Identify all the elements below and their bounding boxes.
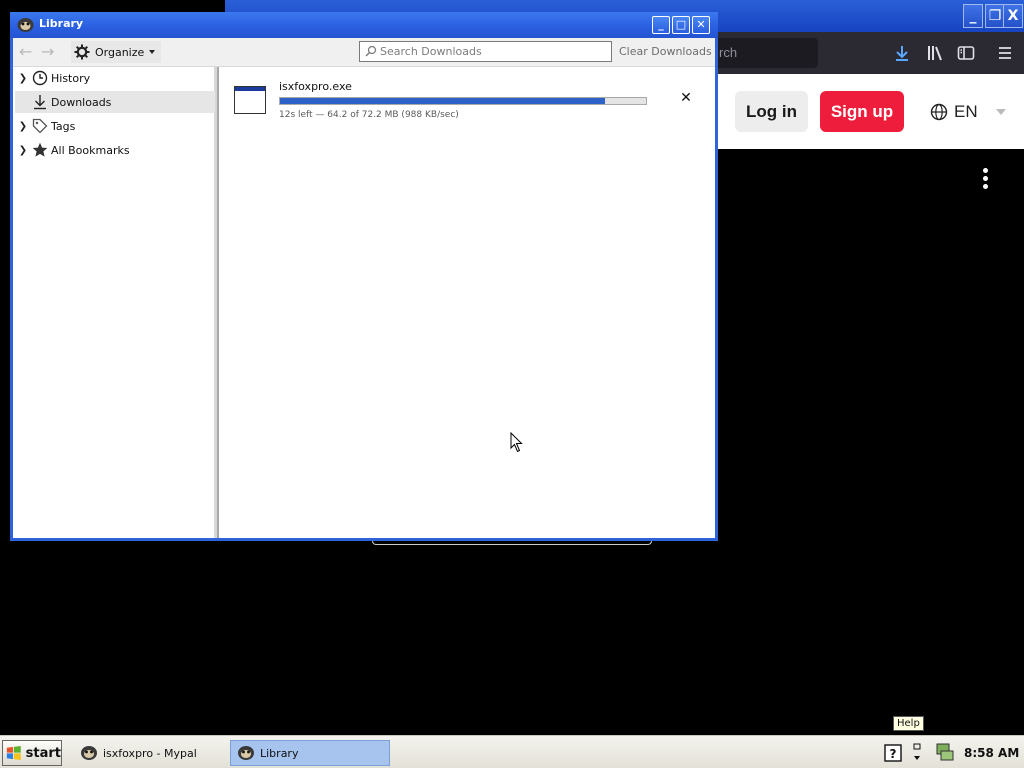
mouse-cursor-icon	[510, 432, 523, 453]
star-icon	[31, 141, 49, 159]
download-item[interactable]: isxfoxpro.exe 12s left — 64.2 of 72.2 MB…	[232, 77, 702, 127]
sidebar-item-downloads[interactable]: Downloads	[15, 91, 215, 113]
expand-arrow-icon[interactable]: ❯	[15, 145, 31, 156]
sidebar-item-label: History	[51, 71, 91, 85]
forward-arrow-icon[interactable]: →	[41, 44, 59, 60]
clear-downloads-button[interactable]: Clear Downloads	[619, 45, 712, 58]
maximize-button[interactable]: □	[672, 16, 690, 34]
tag-icon	[31, 117, 49, 135]
signup-button[interactable]: Sign up	[820, 91, 904, 132]
organize-label: Organize	[95, 45, 145, 59]
sidebar-item-all-bookmarks[interactable]: ❯ All Bookmarks	[15, 139, 215, 161]
start-button[interactable]: start	[2, 740, 62, 766]
system-tray: ? 8:58 AM	[876, 738, 1022, 767]
network-icon[interactable]	[934, 742, 954, 762]
language-label: EN	[954, 102, 978, 121]
back-arrow-icon[interactable]: ←	[19, 44, 37, 60]
start-label: start	[25, 745, 61, 761]
taskbar-button-library[interactable]: Library	[230, 740, 390, 766]
help-icon[interactable]: ?	[884, 744, 902, 762]
search-downloads-field[interactable]	[359, 41, 612, 62]
bg-minimize-button[interactable]: _	[963, 4, 983, 28]
bg-search-field[interactable]: rch	[711, 38, 818, 68]
download-progress-bar	[279, 97, 647, 105]
library-window: Library _ □ ✕ ← → Organize Clear Downloa…	[10, 12, 718, 541]
taskbar: start isxfoxpro - Mypal Library ? 8:58 A…	[0, 735, 1024, 768]
cancel-download-icon[interactable]: ✕	[679, 91, 693, 105]
taskbar-button-mypal[interactable]: isxfoxpro - Mypal	[74, 740, 224, 766]
mypal-app-icon	[81, 746, 97, 760]
download-progress-fill	[280, 98, 606, 104]
library-sidebar: ❯ History Downloads ❯ Tags ❯ All Bookmar…	[13, 67, 217, 538]
expand-arrow-icon[interactable]: ❯	[15, 73, 31, 84]
hamburger-menu-icon[interactable]	[995, 43, 1015, 63]
dropdown-arrow-icon	[149, 50, 156, 54]
close-button[interactable]: ✕	[692, 16, 710, 34]
mypal-app-icon	[238, 746, 254, 760]
search-downloads-input[interactable]	[380, 43, 606, 60]
download-status: 12s left — 64.2 of 72.2 MB (988 KB/sec)	[279, 110, 459, 120]
library-toolbar: ← → Organize Clear Downloads	[13, 38, 715, 67]
kebab-menu-icon[interactable]	[980, 168, 990, 192]
chevron-down-icon	[995, 109, 1006, 115]
gear-icon	[74, 44, 90, 60]
windows-logo-icon	[6, 746, 21, 760]
downloads-list: isxfoxpro.exe 12s left — 64.2 of 72.2 MB…	[220, 67, 715, 538]
restore-arrows-icon[interactable]	[912, 743, 922, 761]
sidebar-icon[interactable]	[956, 43, 976, 63]
organize-button[interactable]: Organize	[71, 41, 162, 63]
help-tooltip: Help	[893, 716, 924, 731]
sidebar-item-label: All Bookmarks	[51, 143, 130, 157]
bg-restore-button[interactable]: ❐	[985, 4, 1005, 28]
login-button[interactable]: Log in	[735, 91, 808, 132]
taskbar-button-label: isxfoxpro - Mypal	[103, 746, 197, 760]
system-clock[interactable]: 8:58 AM	[964, 746, 1019, 760]
sidebar-item-label: Tags	[51, 119, 76, 133]
sidebar-item-tags[interactable]: ❯ Tags	[15, 115, 215, 137]
clock-icon	[31, 69, 49, 87]
minimize-button[interactable]: _	[652, 16, 670, 34]
search-icon	[365, 45, 377, 57]
language-selector[interactable]: EN	[930, 102, 1006, 122]
expand-arrow-icon[interactable]: ❯	[15, 121, 31, 132]
library-titlebar[interactable]: Library _ □ ✕	[10, 12, 718, 38]
pane-splitter[interactable]	[217, 67, 219, 538]
bg-close-button[interactable]: X	[1003, 4, 1023, 28]
library-icon[interactable]	[925, 43, 945, 63]
sidebar-item-history[interactable]: ❯ History	[15, 67, 215, 89]
download-filename: isxfoxpro.exe	[279, 80, 352, 93]
globe-icon	[930, 103, 948, 121]
taskbar-button-label: Library	[260, 746, 299, 760]
sidebar-item-label: Downloads	[51, 95, 112, 109]
download-icon	[31, 93, 49, 111]
mypal-app-icon	[17, 18, 34, 32]
download-icon[interactable]	[892, 43, 912, 63]
window-title: Library	[39, 17, 84, 30]
executable-file-icon	[234, 86, 266, 114]
svg-text:?: ?	[890, 747, 897, 761]
